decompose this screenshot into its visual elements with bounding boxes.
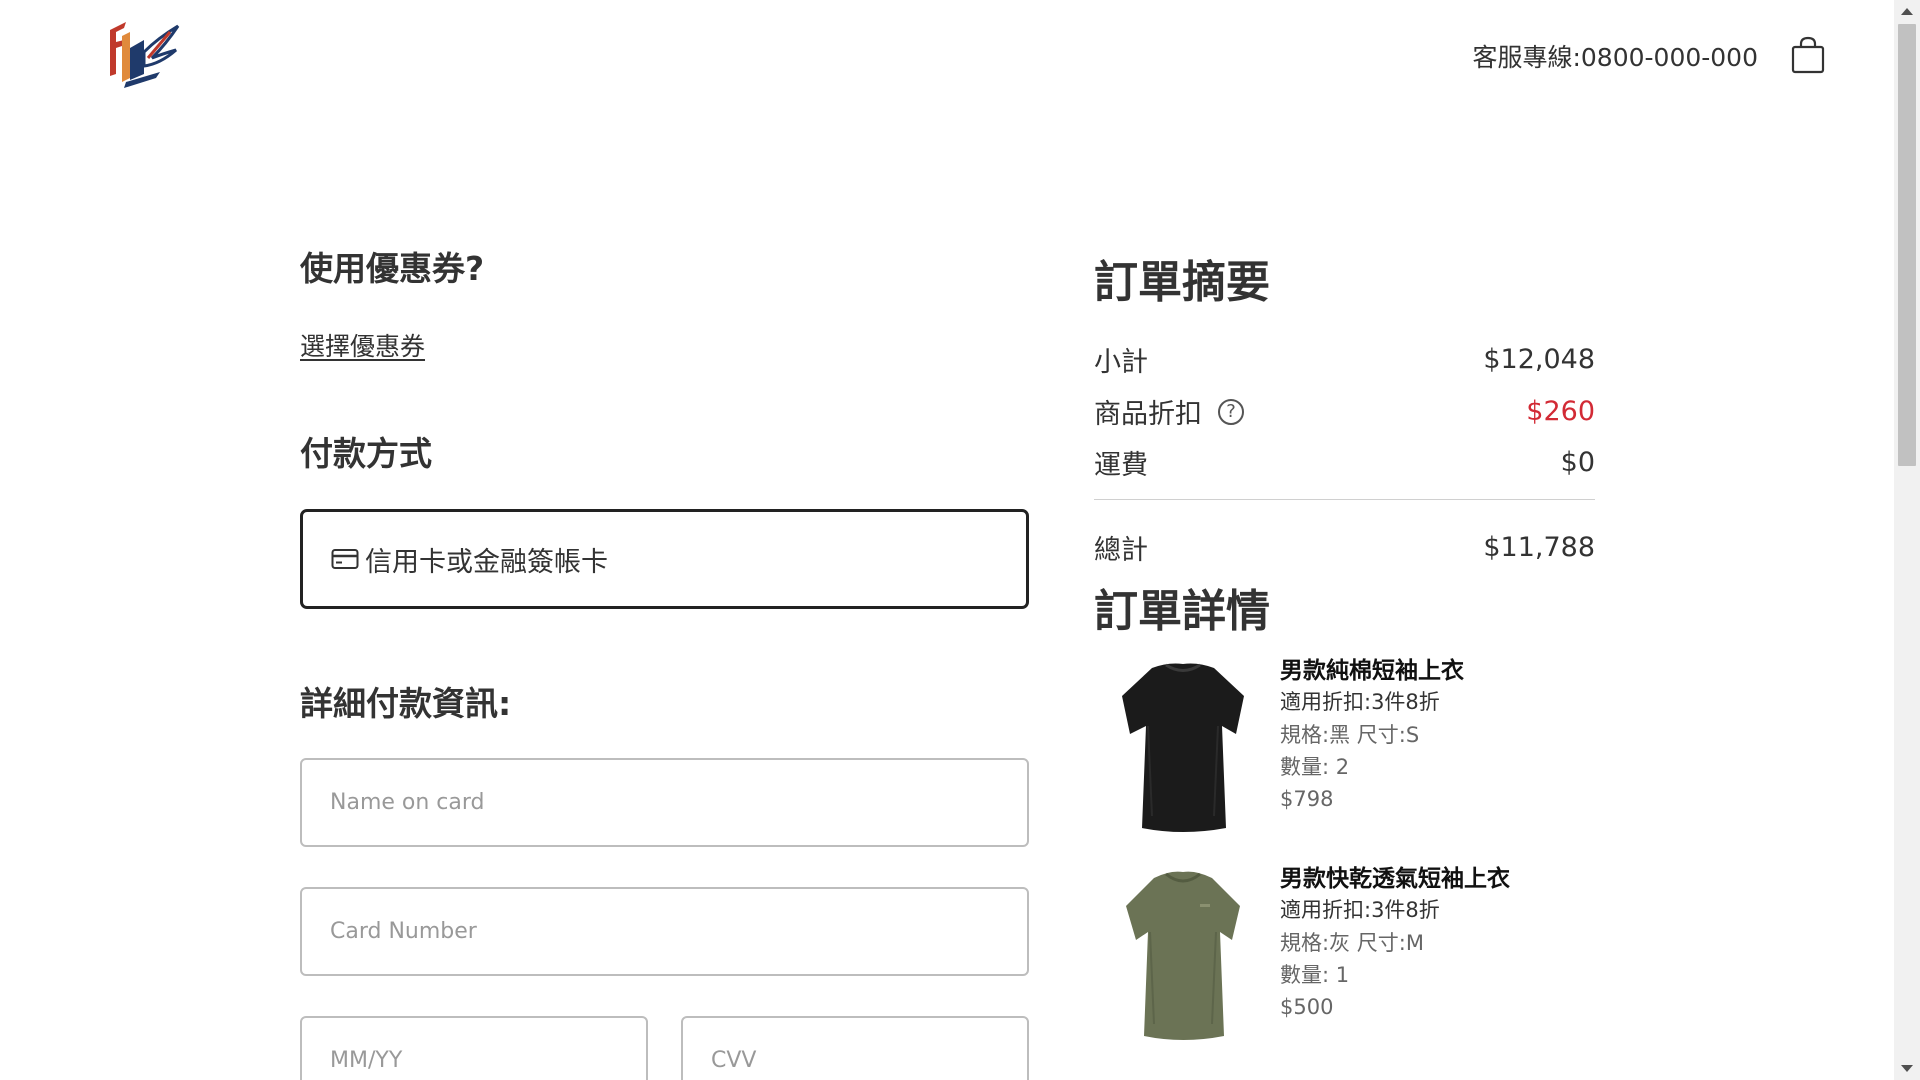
brand-logo-icon[interactable] — [100, 18, 182, 90]
credit-card-option-label: 信用卡或金融簽帳卡 — [365, 546, 608, 578]
cvv-input[interactable] — [681, 1016, 1029, 1080]
shipping-value: $0 — [1560, 447, 1595, 478]
coupon-heading: 使用優惠券? — [300, 249, 485, 288]
item-quantity: 數量: 1 — [1280, 963, 1350, 987]
scroll-down-icon[interactable] — [1901, 1065, 1913, 1072]
black-tshirt-image[interactable] — [1108, 656, 1258, 836]
expiry-date-input[interactable] — [300, 1016, 648, 1080]
order-item-info: 男款快乾透氣短袖上衣 適用折扣:3件8折 規格:灰 尺寸:M 數量: 1 $50… — [1280, 864, 1510, 1023]
item-promo: 適用折扣:3件8折 — [1280, 898, 1440, 922]
credit-card-option[interactable]: 信用卡或金融簽帳卡 — [300, 509, 1029, 609]
payment-method-heading: 付款方式 — [300, 434, 432, 473]
item-spec: 規格:黑 尺寸:S — [1280, 723, 1420, 747]
customer-service-hotline: 客服專線:0800-000-000 — [1472, 43, 1758, 72]
total-label: 總計 — [1094, 535, 1148, 566]
page-scrollbar[interactable] — [1894, 0, 1920, 1080]
item-spec: 規格:灰 尺寸:M — [1280, 931, 1424, 955]
item-price: $798 — [1280, 787, 1334, 811]
shipping-label: 運費 — [1094, 450, 1148, 481]
payment-details-heading: 詳細付款資訊: — [300, 684, 512, 723]
subtotal-value: $12,048 — [1483, 344, 1595, 375]
total-row: 總計 $11,788 — [1094, 528, 1595, 567]
select-coupon-link[interactable]: 選擇優惠券 — [300, 327, 425, 363]
discount-value: $260 — [1526, 396, 1595, 427]
shopping-bag-icon[interactable] — [1790, 36, 1826, 74]
card-number-input[interactable] — [300, 887, 1029, 976]
discount-row: 商品折扣 ? $260 — [1094, 392, 1595, 431]
scroll-up-icon[interactable] — [1901, 8, 1913, 15]
discount-label: 商品折扣 — [1094, 399, 1202, 430]
item-price: $500 — [1280, 995, 1334, 1019]
order-details-heading: 訂單詳情 — [1094, 586, 1270, 637]
subtotal-row: 小計 $12,048 — [1094, 340, 1595, 379]
credit-card-icon — [331, 549, 359, 569]
subtotal-label: 小計 — [1094, 347, 1148, 378]
item-promo: 適用折扣:3件8折 — [1280, 690, 1440, 714]
olive-tshirt-image[interactable] — [1108, 864, 1258, 1044]
shipping-row: 運費 $0 — [1094, 443, 1595, 482]
order-summary-heading: 訂單摘要 — [1094, 257, 1270, 308]
item-name: 男款快乾透氣短袖上衣 — [1280, 866, 1510, 892]
total-value: $11,788 — [1483, 532, 1595, 563]
item-quantity: 數量: 2 — [1280, 755, 1350, 779]
order-item: 男款快乾透氣短袖上衣 適用折扣:3件8折 規格:灰 尺寸:M 數量: 1 $50… — [1094, 864, 1595, 1044]
order-item: 男款純棉短袖上衣 適用折扣:3件8折 規格:黑 尺寸:S 數量: 2 $798 — [1094, 656, 1595, 836]
summary-divider — [1094, 499, 1595, 500]
order-item-info: 男款純棉短袖上衣 適用折扣:3件8折 規格:黑 尺寸:S 數量: 2 $798 — [1280, 656, 1464, 815]
name-on-card-input[interactable] — [300, 758, 1029, 847]
discount-label-group: 商品折扣 ? — [1094, 392, 1244, 431]
question-mark-icon[interactable]: ? — [1218, 398, 1244, 425]
item-name: 男款純棉短袖上衣 — [1280, 658, 1464, 684]
checkout-page: 客服專線:0800-000-000 使用優惠券? 選擇優惠券 付款方式 信用卡或… — [0, 0, 1920, 1080]
scrollbar-thumb[interactable] — [1898, 24, 1916, 466]
